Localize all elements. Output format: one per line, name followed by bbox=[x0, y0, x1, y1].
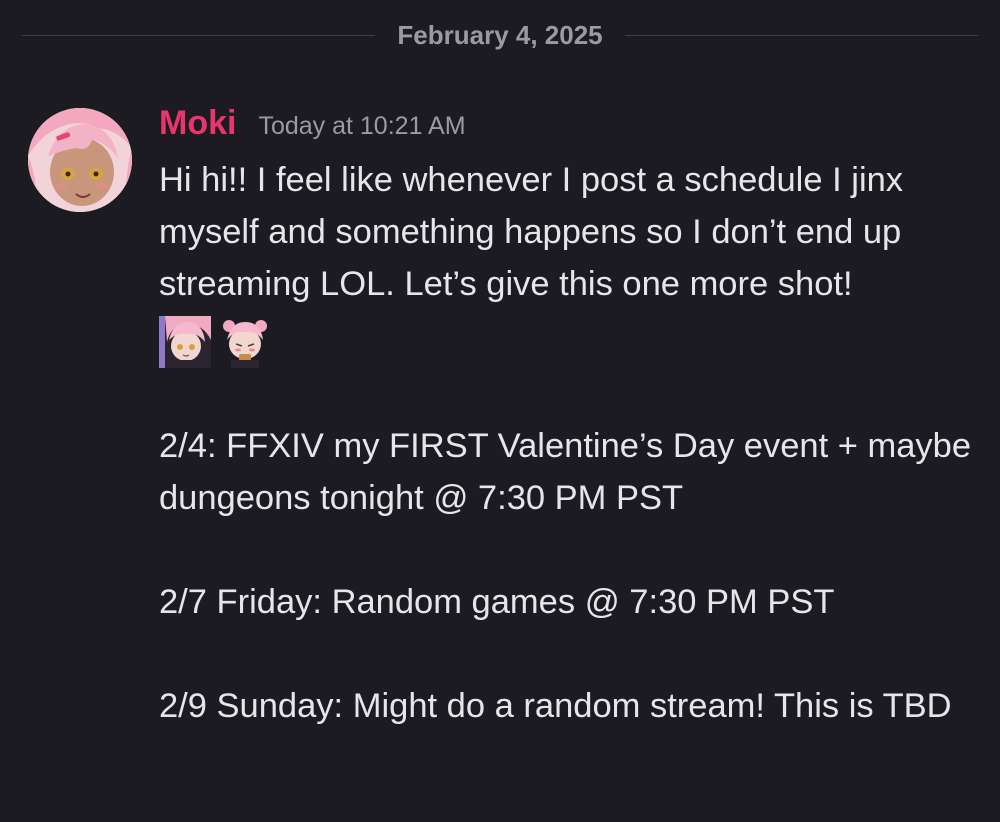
avatar-image bbox=[28, 108, 132, 212]
message-body: Hi hi!! I feel like whenever I post a sc… bbox=[159, 154, 979, 732]
chibi-pink-hair-blushing-emote[interactable] bbox=[219, 316, 271, 368]
avatar[interactable] bbox=[28, 108, 132, 212]
divider-date: February 4, 2025 bbox=[397, 19, 603, 50]
schedule-item-1: 2/4: FFXIV my FIRST Valentine’s Day even… bbox=[159, 427, 972, 517]
divider-line-right bbox=[624, 34, 979, 36]
date-divider: February 4, 2025 bbox=[22, 18, 979, 52]
message-intro: Hi hi!! I feel like whenever I post a sc… bbox=[159, 161, 904, 303]
message-header: Moki Today at 10:21 AM bbox=[159, 104, 979, 150]
schedule-item-2: 2/7 Friday: Random games @ 7:30 PM PST bbox=[159, 583, 835, 621]
divider-line-left bbox=[22, 34, 376, 36]
message-content: Moki Today at 10:21 AM Hi hi!! I feel li… bbox=[159, 104, 979, 732]
timestamp[interactable]: Today at 10:21 AM bbox=[258, 112, 465, 141]
emote-row bbox=[159, 316, 979, 368]
schedule-item-3: 2/9 Sunday: Might do a random stream! Th… bbox=[159, 687, 952, 725]
username[interactable]: Moki bbox=[159, 104, 236, 143]
chibi-pink-hair-emote[interactable] bbox=[159, 316, 211, 368]
